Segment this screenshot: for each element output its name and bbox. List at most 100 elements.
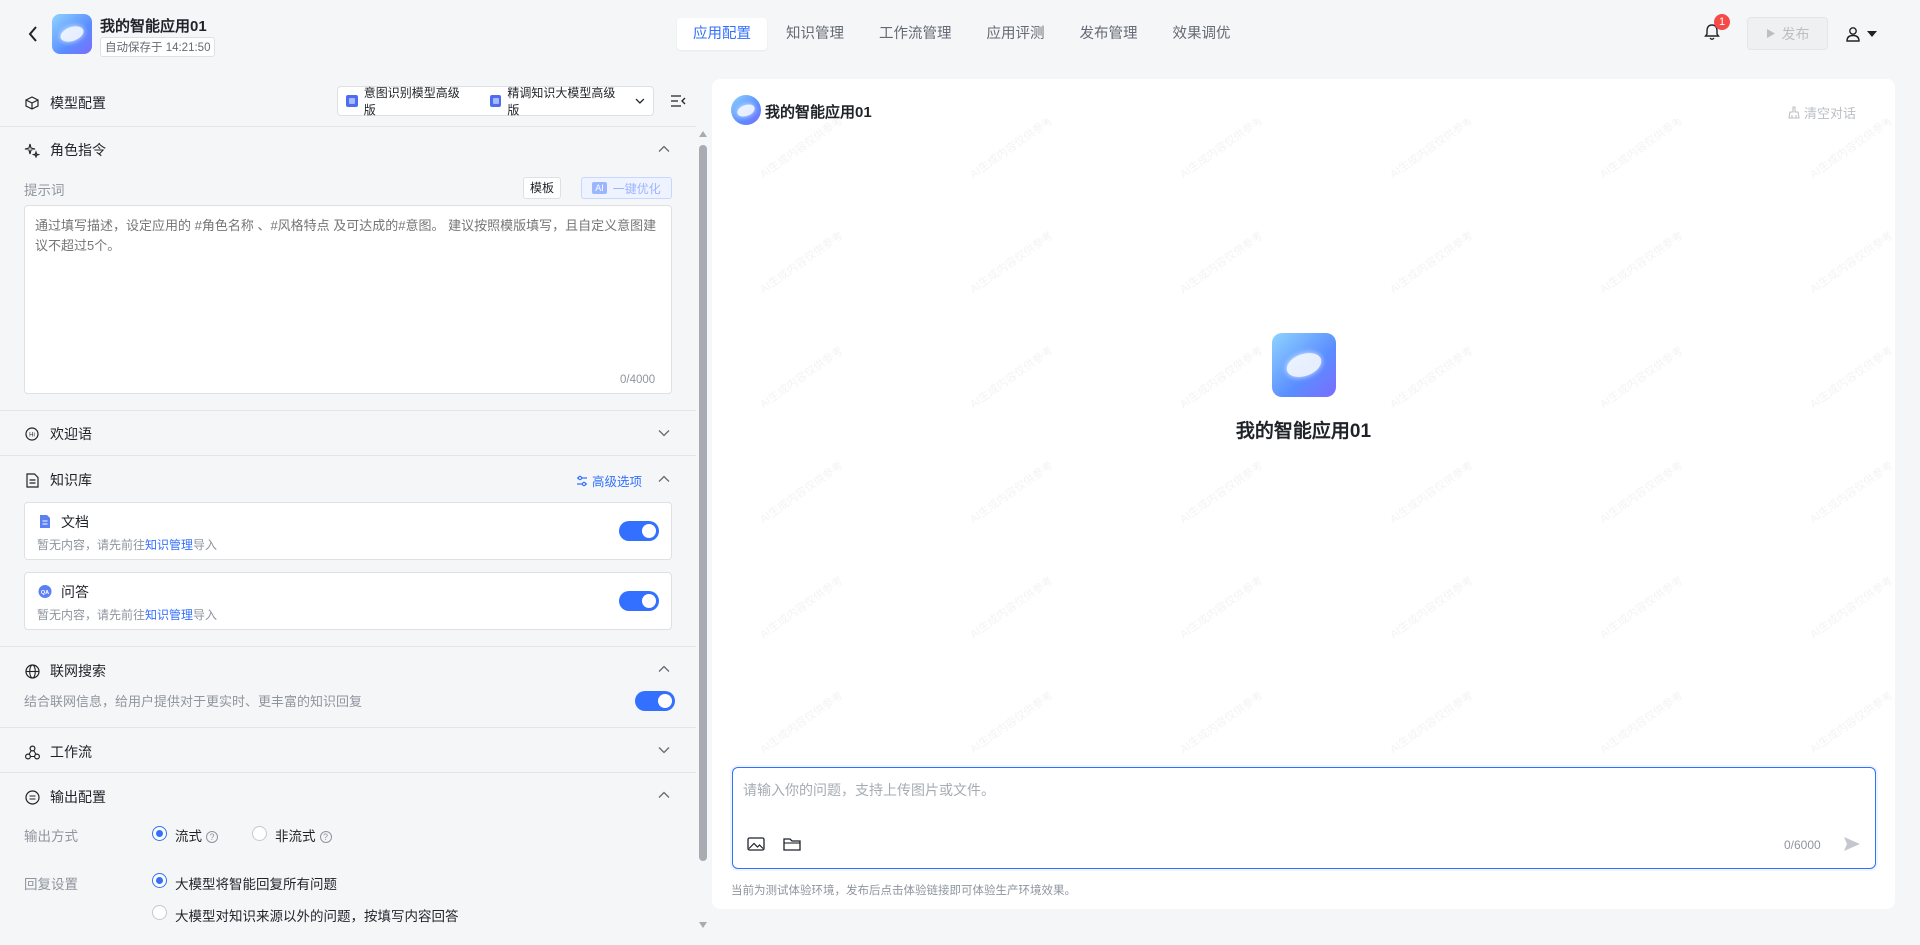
config-panel: 模型配置 意图识别模型高级版 精调知识大模型高级版 角色指令 提示词 模板 AI… (0, 0, 696, 945)
kb-card-documents: 文档 暂无内容，请先前往知识管理导入 (24, 502, 672, 560)
ai-optimize-label: 一键优化 (612, 181, 661, 196)
knowledge-title: 知识库 (50, 472, 92, 488)
tab-effect-tuning[interactable]: 效果调优 (1157, 18, 1247, 50)
welcome-title: 欢迎语 (50, 426, 92, 442)
watermark-text: AI生成内容仅供参考 (758, 574, 846, 641)
clear-chat-button[interactable]: 清空对话 (1788, 103, 1856, 122)
svg-text:Hi: Hi (29, 433, 35, 439)
folder-upload-icon[interactable] (782, 835, 802, 853)
web-search-title: 联网搜索 (50, 663, 106, 679)
documents-toggle[interactable] (619, 521, 659, 541)
model-1-label: 意图识别模型高级版 (363, 86, 460, 117)
watermark-text: AI生成内容仅供参考 (1598, 229, 1686, 296)
watermark-text: AI生成内容仅供参考 (1388, 119, 1476, 181)
broom-icon (1788, 106, 1800, 119)
radio-non-streaming[interactable] (252, 826, 267, 841)
watermark-text: AI生成内容仅供参考 (758, 459, 846, 526)
prompt-textarea[interactable] (24, 205, 672, 394)
output-section-header[interactable]: 输出配置 (24, 787, 106, 807)
watermark-text: AI生成内容仅供参考 (758, 344, 846, 411)
knowledge-management-link[interactable]: 知识管理 (145, 608, 193, 622)
user-menu[interactable] (1845, 22, 1889, 46)
tab-publish-management[interactable]: 发布管理 (1064, 18, 1154, 50)
center-app-title: 我的智能应用01 (1235, 421, 1372, 442)
tab-workflow-management[interactable]: 工作流管理 (863, 18, 968, 50)
watermark-text: AI生成内容仅供参考 (968, 119, 1056, 181)
watermark-text: AI生成内容仅供参考 (1808, 119, 1895, 181)
kb-card-desc: 暂无内容，请先前往知识管理导入 (37, 608, 218, 622)
help-icon[interactable]: ? (206, 831, 218, 843)
watermark-text: AI生成内容仅供参考 (758, 119, 846, 181)
divider (0, 410, 696, 411)
watermark-text: AI生成内容仅供参考 (1598, 344, 1686, 411)
image-upload-icon[interactable] (746, 835, 766, 853)
scroll-down-arrow[interactable] (699, 922, 707, 928)
watermark-text: AI生成内容仅供参考 (1808, 574, 1895, 641)
watermark-layer: AI生成内容仅供参考 AI生成内容仅供参考 AI生成内容仅供参考 AI生成内容仅供参考… (712, 119, 1895, 839)
chevron-up-icon[interactable] (657, 472, 671, 486)
kb-card-desc: 暂无内容，请先前往知识管理导入 (37, 538, 218, 552)
chevron-up-icon[interactable] (657, 788, 671, 802)
radio-reply-custom[interactable] (152, 905, 167, 920)
chat-input[interactable] (743, 778, 1843, 802)
watermark-text: AI生成内容仅供参考 (1808, 459, 1895, 526)
knowledge-section-header[interactable]: 知识库 (24, 470, 92, 490)
chevron-down-icon[interactable] (657, 743, 671, 757)
watermark-text: AI生成内容仅供参考 (968, 459, 1056, 526)
radio-reply-all[interactable] (152, 873, 167, 888)
reply-all-label: 大模型将智能回复所有问题 (175, 877, 337, 892)
output-mode-label: 输出方式 (24, 829, 78, 844)
divider (0, 727, 696, 728)
advanced-options-link[interactable]: 高级选项 (576, 471, 642, 490)
kb-card-title: 问答 (61, 584, 89, 600)
role-section-header[interactable]: 角色指令 (24, 140, 106, 160)
non-streaming-label: 非流式? (275, 825, 332, 845)
model-cube-icon (346, 95, 358, 107)
watermark-text: AI生成内容仅供参考 (758, 689, 846, 756)
web-search-section-header[interactable]: 联网搜索 (24, 661, 106, 681)
welcome-section-header[interactable]: Hi 欢迎语 (24, 424, 92, 444)
workflow-section-header[interactable]: 工作流 (24, 742, 92, 762)
svg-text:QA: QA (41, 590, 49, 596)
chevron-down-icon[interactable] (657, 426, 671, 440)
chat-app-avatar (731, 95, 761, 125)
chat-char-count: 0/6000 (1784, 838, 1821, 852)
chat-preview-panel: AI生成内容仅供参考 AI生成内容仅供参考 AI生成内容仅供参考 AI生成内容仅供参考… (712, 79, 1895, 909)
model-selector[interactable]: 意图识别模型高级版 精调知识大模型高级版 (337, 86, 654, 117)
qa-toggle[interactable] (619, 591, 659, 611)
chevron-up-icon[interactable] (657, 142, 671, 156)
watermark-text: AI生成内容仅供参考 (1388, 229, 1476, 296)
tab-app-evaluation[interactable]: 应用评测 (971, 18, 1061, 50)
caret-down-icon (1867, 31, 1877, 37)
watermark-text: AI生成内容仅供参考 (1178, 229, 1266, 296)
workflow-icon (24, 744, 40, 760)
web-search-toggle[interactable] (635, 691, 675, 711)
web-search-desc: 结合联网信息，给用户提供对于更实时、更丰富的知识回复 (24, 694, 363, 709)
qa-icon: QA (38, 585, 52, 598)
watermark-text: AI生成内容仅供参考 (968, 344, 1056, 411)
watermark-text: AI生成内容仅供参考 (1178, 119, 1266, 181)
watermark-text: AI生成内容仅供参考 (1598, 689, 1686, 756)
chat-input-box: 0/6000 (732, 767, 1876, 869)
tab-knowledge-management[interactable]: 知识管理 (770, 18, 860, 50)
radio-streaming[interactable] (152, 826, 167, 841)
collapse-panel-icon[interactable] (670, 93, 686, 109)
chevron-up-icon[interactable] (657, 662, 671, 676)
knowledge-management-link[interactable]: 知识管理 (145, 538, 193, 552)
watermark-text: AI生成内容仅供参考 (968, 229, 1056, 296)
watermark-text: AI生成内容仅供参考 (758, 229, 846, 296)
watermark-text: AI生成内容仅供参考 (1178, 459, 1266, 526)
scroll-up-arrow[interactable] (699, 131, 707, 137)
ai-chip: AI (592, 182, 607, 194)
ai-optimize-button[interactable]: AI 一键优化 (581, 177, 672, 199)
send-icon[interactable] (1843, 836, 1861, 852)
prompt-char-count: 0/4000 (620, 374, 656, 386)
help-icon[interactable]: ? (319, 831, 332, 843)
scroll-thumb[interactable] (699, 145, 707, 861)
watermark-text: AI生成内容仅供参考 (1388, 574, 1476, 641)
config-scrollbar[interactable] (696, 131, 710, 931)
publish-button[interactable]: 发布 (1747, 17, 1828, 50)
model-config-title: 模型配置 (50, 95, 106, 111)
template-button[interactable]: 模板 (523, 177, 561, 199)
center-app-logo (1272, 333, 1336, 397)
